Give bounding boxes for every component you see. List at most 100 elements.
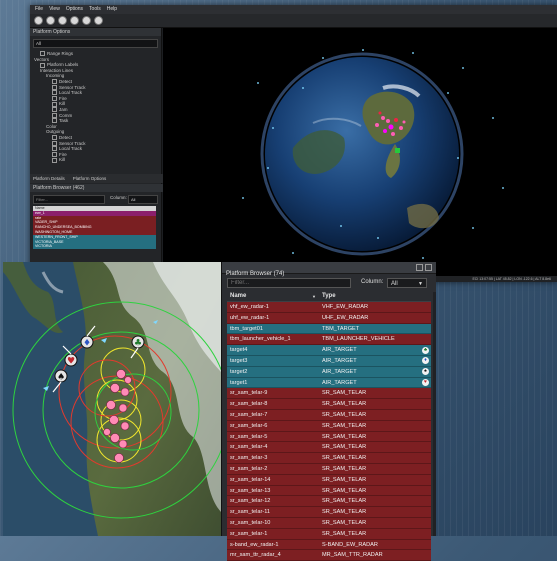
- table-row[interactable]: sr_sam_telar-5 SR_SAM_TELAR: [227, 431, 431, 443]
- checkbox[interactable]: [52, 112, 57, 118]
- restore-icon[interactable]: [416, 264, 423, 271]
- map-view[interactable]: ♦ ♥ ♣ ♠: [3, 262, 221, 536]
- tab-platform-details[interactable]: Platform Details: [33, 174, 65, 183]
- platform-type: SR_SAM_TELAR: [322, 455, 367, 462]
- platform-type: SR_SAM_TELAR: [322, 509, 367, 516]
- globe-viewport[interactable]: [163, 28, 557, 276]
- table-row[interactable]: sr_sam_telar-2 SR_SAM_TELAR: [227, 463, 431, 475]
- mini-list-row[interactable]: VICTORIA: [33, 244, 156, 250]
- platform-type: SR_SAM_TELAR: [322, 401, 367, 408]
- checkbox[interactable]: [52, 84, 57, 90]
- checkbox[interactable]: [52, 146, 57, 152]
- options-tree-label: Fire: [59, 95, 67, 101]
- checkbox[interactable]: [52, 79, 57, 85]
- checkbox[interactable]: [52, 90, 57, 96]
- mini-column-select[interactable]: All: [128, 195, 158, 204]
- chevron-down-icon: ▼: [418, 281, 423, 287]
- platform-type: AIR_TARGET: [322, 357, 357, 364]
- table-row[interactable]: sr_sam_telar-9 SR_SAM_TELAR: [227, 388, 431, 400]
- platform-type: TBM_LAUNCHER_VEHICLE: [322, 336, 395, 343]
- checkbox[interactable]: [40, 51, 45, 57]
- platform-name: s-band_ew_radar-1: [230, 541, 279, 548]
- options-tree-label: Vectors: [34, 56, 50, 62]
- menu-bar: File View Options Tools Help: [30, 5, 557, 14]
- table-row[interactable]: tbm_target01 TBM_TARGET: [227, 323, 431, 335]
- table-row[interactable]: sr_sam_telar-4 SR_SAM_TELAR: [227, 442, 431, 454]
- stop-icon[interactable]: [94, 16, 103, 25]
- platform-name: mr_sam_ttr_radar_4: [230, 552, 281, 559]
- table-row[interactable]: sr_sam_telar-12 SR_SAM_TELAR: [227, 496, 431, 508]
- menu-help[interactable]: Help: [107, 5, 117, 14]
- filter-input[interactable]: [227, 278, 351, 288]
- options-tree-item[interactable]: Kill: [34, 157, 161, 163]
- platform-name: sr_sam_telar-1: [230, 530, 268, 537]
- platform-name: sr_sam_telar-11: [230, 509, 270, 516]
- platform-type: UHF_EW_RADAR: [322, 314, 369, 321]
- platform-name: sr_sam_telar-8: [230, 401, 268, 408]
- table-row[interactable]: sr_sam_telar-10 SR_SAM_TELAR: [227, 517, 431, 529]
- platform-name: sr_sam_telar-5: [230, 433, 268, 440]
- table-row[interactable]: target3 AIR_TARGET ♦: [227, 355, 431, 367]
- column-select[interactable]: All ▼: [387, 278, 427, 288]
- menu-file[interactable]: File: [35, 5, 43, 14]
- open-icon[interactable]: [46, 16, 55, 25]
- table-row[interactable]: s-band_ew_radar-1 S-BAND_EW_RADAR: [227, 539, 431, 551]
- options-tree-label: Comm: [59, 112, 73, 118]
- table-row[interactable]: target4 AIR_TARGET ♣: [227, 345, 431, 356]
- options-tree-label: Incoming: [46, 73, 65, 79]
- panel-title: Platform Options: [30, 28, 161, 36]
- platform-name: sr_sam_telar-13: [230, 487, 271, 494]
- checkbox[interactable]: [52, 118, 57, 124]
- table-row[interactable]: vhf_ew_radar-1 VHF_EW_RADAR: [227, 302, 431, 313]
- table-row[interactable]: sr_sam_telar-14 SR_SAM_TELAR: [227, 474, 431, 486]
- platform-type: SR_SAM_TELAR: [322, 476, 367, 483]
- table-row[interactable]: target1 AIR_TARGET ♥: [227, 377, 431, 389]
- table-row[interactable]: uhf_ew_radar-1 UHF_EW_RADAR: [227, 312, 431, 324]
- checkbox[interactable]: [52, 135, 57, 141]
- menu-view[interactable]: View: [49, 5, 60, 14]
- table-row[interactable]: sr_sam_telar-13 SR_SAM_TELAR: [227, 485, 431, 497]
- sort-arrow-icon: ▼: [312, 294, 316, 299]
- record-icon[interactable]: [70, 16, 79, 25]
- table-row[interactable]: sr_sam_telar-6 SR_SAM_TELAR: [227, 420, 431, 432]
- tab-platform-options[interactable]: Platform Options: [73, 174, 107, 183]
- platform-type: S-BAND_EW_RADAR: [322, 541, 378, 548]
- mini-browser-filter[interactable]: Filter...: [33, 195, 105, 204]
- platform-browser-window: Platform Browser (74) Column: All ▼ Name…: [221, 262, 436, 561]
- table-row[interactable]: sr_sam_telar-7 SR_SAM_TELAR: [227, 409, 431, 421]
- table-row[interactable]: sr_sam_telar-3 SR_SAM_TELAR: [227, 453, 431, 464]
- close-icon[interactable]: [425, 264, 432, 271]
- vertical-scrollbar[interactable]: [433, 292, 436, 536]
- column-label: Column:: [361, 279, 384, 285]
- options-tree-label: Outgoing: [46, 129, 65, 135]
- globe-view: [242, 49, 504, 259]
- table-row[interactable]: tbm_launcher_vehicle_1 TBM_LAUNCHER_VEHIC…: [227, 334, 431, 346]
- platform-type: SR_SAM_TELAR: [322, 433, 367, 440]
- header-type[interactable]: Type: [319, 292, 336, 301]
- checkbox[interactable]: [52, 140, 57, 146]
- menu-tools[interactable]: Tools: [89, 5, 101, 14]
- header-name[interactable]: Name ▼: [227, 292, 319, 301]
- table-row[interactable]: sr_sam_telar-8 SR_SAM_TELAR: [227, 399, 431, 410]
- options-selector[interactable]: All: [33, 39, 158, 48]
- table-row[interactable]: target2 AIR_TARGET ♠: [227, 366, 431, 378]
- checkbox[interactable]: [52, 152, 57, 157]
- table-row[interactable]: sr_sam_telar-11 SR_SAM_TELAR: [227, 507, 431, 518]
- new-icon[interactable]: [34, 16, 43, 25]
- club-icon: ♣: [422, 346, 429, 354]
- diamond-icon: ♦: [83, 339, 91, 349]
- menu-options[interactable]: Options: [66, 5, 83, 14]
- platform-type: AIR_TARGET: [322, 347, 357, 354]
- checkbox[interactable]: [52, 107, 57, 113]
- checkbox[interactable]: [52, 157, 57, 163]
- platform-browser-titlebar[interactable]: Platform Browser (74): [222, 262, 436, 277]
- platform-name: target1: [230, 379, 248, 386]
- table-row[interactable]: sr_sam_telar-1 SR_SAM_TELAR: [227, 528, 431, 540]
- checkbox[interactable]: [52, 101, 57, 107]
- table-row[interactable]: mr_sam_ttr_radar_4 MR_SAM_TTR_RADAR: [227, 550, 431, 561]
- platform-type: SR_SAM_TELAR: [322, 530, 367, 537]
- checkbox[interactable]: [52, 96, 57, 102]
- play-icon[interactable]: [82, 16, 91, 25]
- save-icon[interactable]: [58, 16, 67, 25]
- checkbox[interactable]: [40, 62, 45, 68]
